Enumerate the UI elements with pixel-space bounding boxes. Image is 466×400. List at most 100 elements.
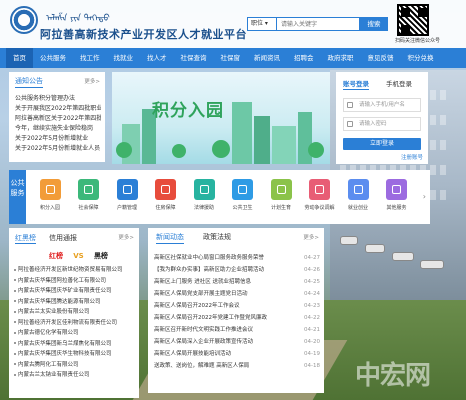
news-date: 04-22 [304,315,320,321]
qr-code [397,4,429,36]
background-car [340,236,358,245]
service-icon [270,179,292,200]
red-list-item-label: 内蒙古兰太钠业有限责任公司 [18,372,90,378]
service-item[interactable]: 其他服务 [380,179,414,211]
tab-redblack[interactable]: 红黑榜 [15,233,36,244]
background-car [392,252,414,261]
red-list-item[interactable]: 阿拉善经济开发区佳利物流有限责任公司 [14,318,136,329]
news-row[interactable]: 【我为群众办实事】高新区助力企业招聘活动 04-26 [154,264,320,276]
news-title: 高新区上门服务 进社区 送就业招聘信息 [154,279,251,285]
nav-item[interactable]: 公共服务 [33,48,73,68]
search-category-select[interactable]: 职位 ▾ [247,17,277,31]
register-link[interactable]: 注册账号 [401,153,423,161]
tab-phone-login[interactable]: 手机登录 [386,78,412,88]
chevron-right-icon[interactable]: › [423,192,426,201]
service-icon [39,179,61,200]
password-field[interactable]: 请输入密码 [343,117,421,131]
service-label: 社会保障 [78,205,99,211]
news-row[interactable]: 高新区人保局开展技能培训活动 04-19 [154,348,320,360]
notice-item[interactable]: 关于2022年5月份新增就业人员 [15,144,101,154]
notices-more-link[interactable]: 更多> [84,77,100,85]
tab-news[interactable]: 新闻动态 [156,232,184,244]
tab-notices[interactable]: 通知公告 [15,76,43,88]
news-row[interactable]: 送政策、送岗位，解难题 高新区人保局 04-18 [154,360,320,372]
news-date: 04-18 [304,363,320,369]
service-item[interactable]: 住房保障 [149,179,183,211]
news-date: 04-21 [304,327,320,333]
service-item[interactable]: 社会保障 [72,179,106,211]
news-row[interactable]: 高新区人保局党支部开展主题党日活动 04-24 [154,288,320,300]
service-item[interactable]: 户籍管理 [110,179,144,211]
red-list-item[interactable]: 内蒙古庆华集团庆华矿业有限责任公司 [14,286,136,297]
red-list-item-label: 阿拉善经济开发区新世纪物资贸易有限公司 [18,267,123,273]
service-label: 计划生育 [270,205,291,211]
notice-item[interactable]: 今年，继续实施失业保险稳岗 [15,124,101,134]
nav-item[interactable]: 社保窗 [214,48,248,68]
news-row[interactable]: 高新区人保局召开2022年党建工作暨党风廉政 04-22 [154,312,320,324]
red-list-item[interactable]: 阿拉善经济开发区新世纪物资贸易有限公司 [14,265,136,276]
red-list-item[interactable]: 内蒙古庆华集团庆华生物科技有限公司 [14,349,136,360]
redblack-more-link[interactable]: 更多> [118,233,134,241]
service-item[interactable]: 公共卫生 [226,179,260,211]
news-title: 高新区人保局召开2022年工作会议 [154,303,240,309]
nav-item[interactable]: 意见反馈 [361,48,401,68]
news-more-link[interactable]: 更多> [303,233,319,241]
login-button[interactable]: 立即登录 [343,138,421,150]
news-row[interactable]: 高新区社保就业中心局窗口服务政务服务荣誉 04-27 [154,252,320,264]
nav-item[interactable]: 找工作 [73,48,107,68]
nav-item[interactable]: 找人才 [140,48,174,68]
news-row[interactable]: 高新区人保局深入企业开展政策宣传活动 04-20 [154,336,320,348]
main-nav: 首页 公共服务 找工作 找就业 找人才 社保查询 社保窗 新闻资讯 招聘会 政府求职 意见反馈 积分兑… [0,48,466,68]
nav-item[interactable]: 政府求职 [321,48,361,68]
service-item[interactable]: 积分入园 [33,179,67,211]
service-label: 积分入园 [39,205,60,211]
red-list-item[interactable]: 内蒙古兰太钠业有限责任公司 [14,370,136,381]
service-item[interactable]: 劳动争议调解 [303,179,337,211]
tab-credit-report[interactable]: 信用通报 [49,233,77,243]
site-title: 阿拉善高新技术产业开发区人才就业平台 [40,28,247,41]
password-placeholder: 请输入密码 [359,121,387,127]
news-title: 高新区召开新时代文明实践工作推进会议 [154,327,254,333]
news-panel: 新闻动态 政策法规 更多> 高新区社保就业中心局窗口服务政务服务荣誉 04-27 【… [148,228,324,393]
service-label: 住房保障 [155,205,176,211]
notice-item[interactable]: 关于开展我区2022年第四批职业 [15,104,101,114]
bullet-icon [14,289,16,292]
notice-item[interactable]: 关于2022年5月份新增就业 [15,134,101,144]
bullet-icon [14,279,16,281]
news-title: 高新区人保局深入企业开展政策宣传活动 [154,339,254,345]
news-row[interactable]: 高新区人保局召开2022年工作会议 04-23 [154,300,320,312]
red-list-item[interactable]: 内蒙古庆华集团阿拉善化工有限公司 [14,276,136,287]
site-logo[interactable] [10,6,38,34]
news-row[interactable]: 高新区召开新时代文明实践工作推进会议 04-21 [154,324,320,336]
news-row[interactable]: 高新区上门服务 进社区 送就业招聘信息 04-25 [154,276,320,288]
hero-banner[interactable]: 积分入园 [112,72,330,164]
nav-item[interactable]: 积分兑换 [401,48,441,68]
news-date: 04-19 [304,351,320,357]
tab-policies[interactable]: 政策法规 [203,232,231,242]
red-list-item[interactable]: 内蒙古庆华集团新乌兰煤焦化有限公司 [14,339,136,350]
tab-account-login[interactable]: 账号登录 [343,78,369,88]
red-list-label[interactable]: 红榜 [49,252,63,260]
black-list-label[interactable]: 黑榜 [94,252,108,260]
news-date: 04-23 [304,303,320,309]
red-list-item[interactable]: 内蒙古腾阿化工有限公司 [14,360,136,371]
search-input[interactable] [277,17,360,31]
red-list-item[interactable]: 内蒙古兰太实业股份有限公司 [14,307,136,318]
nav-item[interactable]: 社保查询 [174,48,214,68]
notice-item[interactable]: 阿拉善高新区关于2022年第四批 [15,114,101,124]
red-list-item[interactable]: 内蒙古庆华集团腾达能源有限公司 [14,297,136,308]
bullet-icon [14,342,16,344]
nav-item[interactable]: 新闻资讯 [247,48,287,68]
service-item[interactable]: 法律援助 [187,179,221,211]
service-item[interactable]: 计划生育 [264,179,298,211]
nav-item[interactable]: 招聘会 [287,48,321,68]
bullet-icon [14,352,16,355]
search-button[interactable]: 搜索 [360,17,388,31]
account-field[interactable]: 请输入手机/用户名 [343,98,421,112]
notice-item[interactable]: 公共服务积分管理办法 [15,94,101,104]
nav-item[interactable]: 首页 [6,48,33,68]
nav-item[interactable]: 找就业 [107,48,141,68]
red-list-item[interactable]: 内蒙古德亿化学有限公司 [14,328,136,339]
service-item[interactable]: 就业创业 [341,179,375,211]
active-tab-underline [343,89,369,90]
